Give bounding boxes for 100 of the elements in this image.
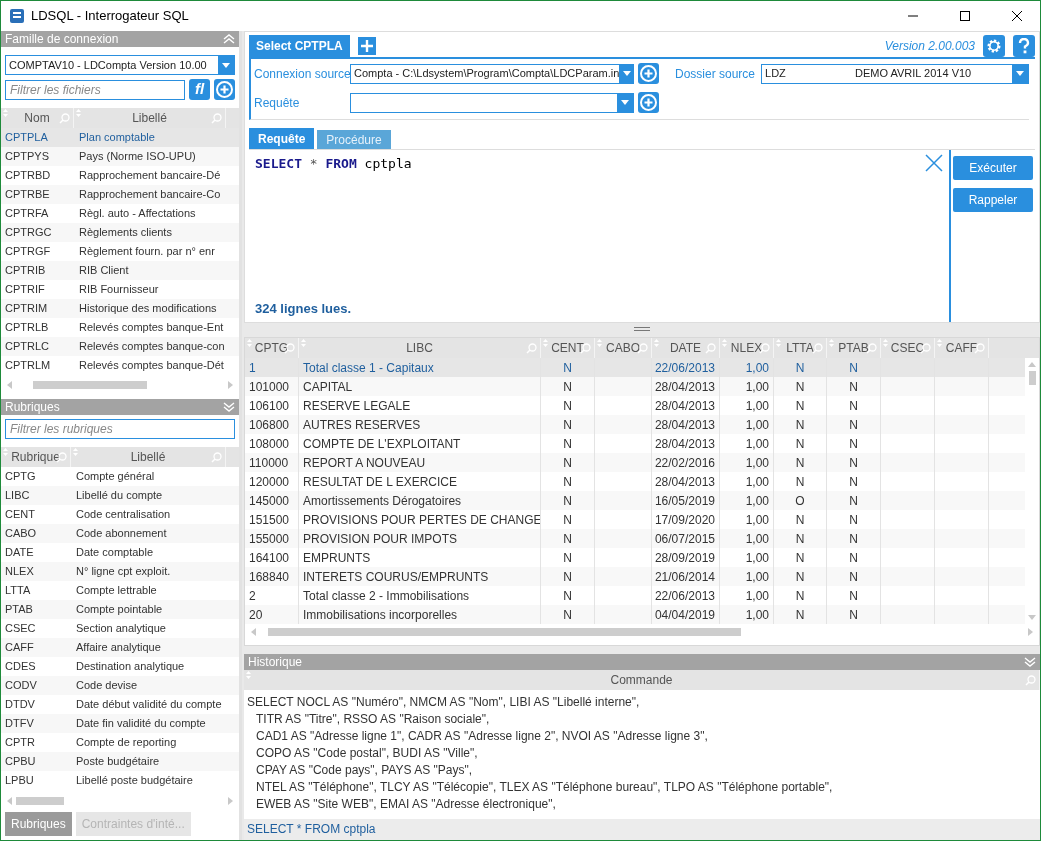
column-header[interactable]: Libellé <box>130 448 166 466</box>
table-row[interactable]: 101000 CAPITAL N 28/04/2013 1,00 N N <box>245 377 1025 397</box>
table-cell: 16/05/2019 <box>652 491 720 511</box>
plus-icon <box>360 40 373 52</box>
scroll-left-icon[interactable] <box>7 381 12 389</box>
column-header[interactable]: CPTG <box>254 339 289 358</box>
expand-icon[interactable] <box>223 402 235 412</box>
table-row[interactable]: 110000 REPORT A NOUVEAU N 22/02/2016 1,00 N N <box>245 453 1025 473</box>
list-row[interactable]: CPTRFA Règl. auto - Affectations <box>1 204 239 223</box>
scroll-left-icon[interactable] <box>251 628 256 637</box>
sort-icon[interactable] <box>246 671 251 679</box>
dropdown[interactable]: COMPTAV10 - LDCompta Version 10.00 <box>5 55 235 75</box>
column-header[interactable]: Rubrique <box>11 448 60 466</box>
table-cell: REPORT A NOUVEAU <box>299 453 541 473</box>
sort-icon[interactable] <box>654 339 659 348</box>
sort-icon[interactable] <box>883 339 888 348</box>
column-header[interactable]: Libellé <box>132 109 167 127</box>
sort-icon[interactable] <box>776 339 781 348</box>
sort-icon[interactable] <box>597 339 602 348</box>
maximize-icon[interactable] <box>960 11 970 21</box>
scroll-down-icon[interactable] <box>1028 615 1036 621</box>
scroll-up-icon[interactable] <box>1028 362 1036 368</box>
add-button[interactable] <box>214 79 235 100</box>
scrollbar-thumb[interactable] <box>267 628 742 637</box>
clear-icon[interactable] <box>925 154 943 172</box>
sort-icon[interactable] <box>722 339 727 348</box>
scrollbar-thumb[interactable] <box>1028 371 1036 386</box>
dropdown-arrow-button[interactable] <box>218 56 234 74</box>
sort-icon[interactable] <box>247 339 252 348</box>
table-row[interactable]: 168840 INTERETS COURUS/EMPRUNTS N 21/06/2014 1,00 N N <box>245 567 1025 587</box>
column-header[interactable]: CABO <box>606 339 640 358</box>
column-header[interactable]: Commande <box>610 671 673 689</box>
splitter-handle-icon[interactable] <box>634 327 650 332</box>
list-row[interactable]: CPTRIM Historique des modifications <box>1 299 239 318</box>
add-button[interactable] <box>638 92 659 113</box>
list-row[interactable]: CPTRIF RIB Fournisseur <box>1 280 239 299</box>
dropdown[interactable]: LDZ DEMO AVRIL 2014 V10 <box>761 63 1029 84</box>
table-row[interactable]: 1 Total classe 1 - Capitaux N 22/06/2013 1,00 N N <box>245 358 1025 378</box>
sort-icon[interactable] <box>301 339 306 348</box>
list-row[interactable]: CPTRIB RIB Client <box>1 261 239 280</box>
list-row[interactable]: CPTRGC Règlements clients <box>1 223 239 242</box>
table-row[interactable]: 155000 PROVISION POUR IMPOTS N 06/07/2015 1,00 N N <box>245 529 1025 549</box>
scroll-right-icon[interactable] <box>228 381 233 389</box>
add-tab-button[interactable] <box>357 37 376 55</box>
column-header[interactable]: CENT <box>551 339 584 358</box>
dropdown-arrow-button[interactable] <box>617 93 633 112</box>
column-header[interactable]: LTTA <box>786 339 814 358</box>
table-cell: Amortissements Dérogatoires <box>299 491 541 511</box>
table-cell: 168840 <box>245 567 299 587</box>
sort-icon[interactable] <box>3 448 8 456</box>
sort-icon[interactable] <box>543 339 548 348</box>
scroll-right-icon[interactable] <box>228 797 233 805</box>
sort-icon[interactable] <box>937 339 942 348</box>
column-header[interactable]: CAFF <box>945 339 978 358</box>
list-cell-text: Rapprochement bancaire-Dé <box>78 168 222 184</box>
scroll-left-icon[interactable] <box>7 797 12 805</box>
collapse-icon[interactable] <box>223 34 235 44</box>
scrollbar-thumb[interactable] <box>32 381 147 389</box>
column-header[interactable]: CSEC <box>890 339 925 358</box>
table-row[interactable]: 20 Immobilisations incorporelles N 04/04/2019 1,00 N N <box>245 605 1025 625</box>
column-header[interactable]: PTAB <box>838 339 869 358</box>
table-cell: 20 <box>245 605 299 625</box>
history-entry[interactable]: SELECT * FROM cptpla <box>244 819 1040 840</box>
sort-icon[interactable] <box>829 339 834 348</box>
list-cell-text: CPTR <box>4 735 36 751</box>
scrollbar-thumb[interactable] <box>16 797 64 805</box>
sort-icon[interactable] <box>73 448 78 456</box>
dropdown[interactable]: Compta - C:\Ldsystem\Program\Compta\LDCParam.in <box>350 63 634 84</box>
list-row[interactable]: CPTRGF Règlement fourn. par n° enr <box>1 242 239 261</box>
list-row[interactable]: CPTRLM Relevés comptes banque-Dét <box>1 356 239 375</box>
table-row[interactable]: 145000 Amortissements Dérogatoires N 16/05/2019 1,00 O N <box>245 491 1025 511</box>
dropdown-arrow-button[interactable] <box>1012 64 1028 83</box>
list-row[interactable]: CPTRBD Rapprochement bancaire-Dé <box>1 166 239 185</box>
filter-field[interactable]: Filtrer les fichiers <box>5 79 185 100</box>
column-header[interactable]: Nom <box>24 109 50 127</box>
table-row[interactable]: 106800 AUTRES RESERVES N 28/04/2013 1,00 N N <box>245 415 1025 435</box>
close-icon[interactable] <box>1012 11 1022 21</box>
help-button[interactable] <box>1013 35 1035 57</box>
list-row[interactable]: CPTPLA Plan comptable <box>1 128 239 147</box>
list-cell-text: Plan comptable <box>78 130 156 146</box>
filter-field[interactable]: Filtrer les rubriques <box>5 419 235 439</box>
sort-icon[interactable] <box>76 109 81 117</box>
add-button[interactable] <box>638 63 659 84</box>
column-header[interactable]: LIBC <box>406 339 433 358</box>
search-icon[interactable] <box>866 343 877 355</box>
list-row[interactable]: CPTRLB Relevés comptes banque-Ent <box>1 318 239 337</box>
list-row[interactable]: CPTRBE Rapprochement bancaire-Co <box>1 185 239 204</box>
column-header[interactable]: DATE <box>669 339 702 358</box>
table-cell: N <box>541 377 595 397</box>
column-header[interactable]: NLEX <box>730 339 763 358</box>
scroll-right-icon[interactable] <box>1028 628 1033 637</box>
list-row[interactable]: CPTPYS Pays (Norme ISO-UPU) <box>1 147 239 166</box>
sort-icon[interactable] <box>3 109 8 117</box>
dropdown-arrow-button[interactable] <box>619 64 633 83</box>
table-cell: N <box>827 567 881 587</box>
sql-editor[interactable]: SELECT * FROM cptpla 324 lignes lues. <box>249 150 951 323</box>
dropdown[interactable] <box>350 92 634 113</box>
settings-button[interactable] <box>983 35 1005 57</box>
expand-icon[interactable] <box>1024 657 1036 667</box>
list-row[interactable]: CPTRLC Relevés comptes banque-con <box>1 337 239 356</box>
